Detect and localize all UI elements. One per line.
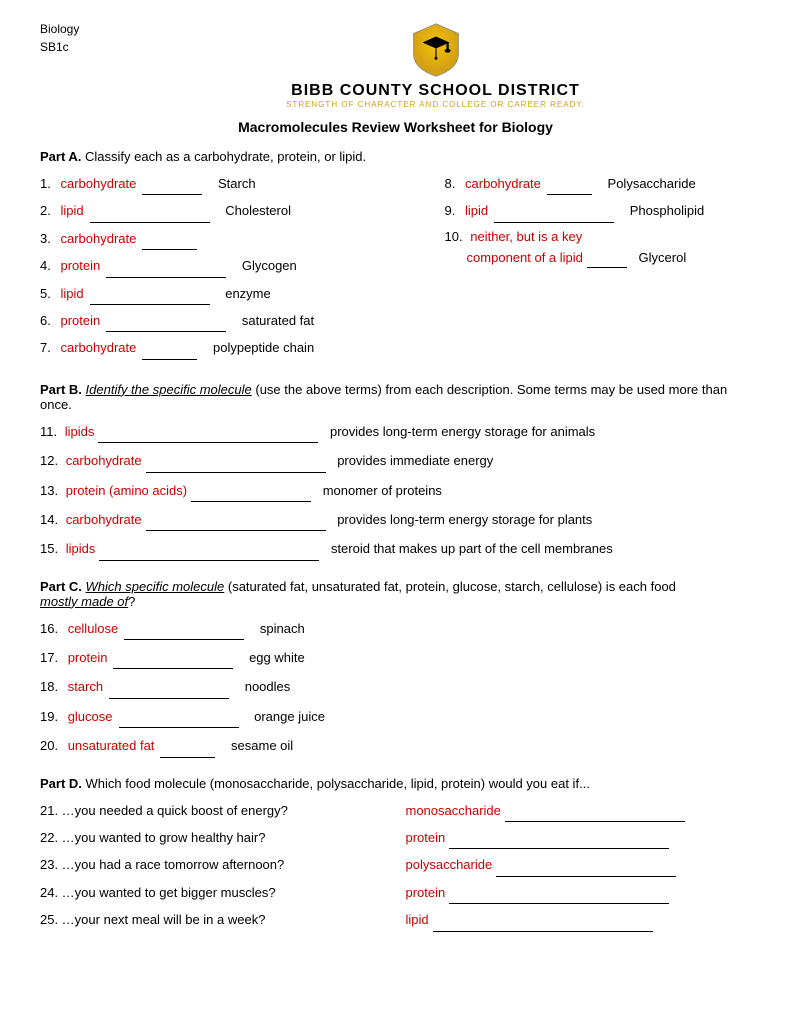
list-item: 21. …you needed a quick boost of energy?: [40, 799, 386, 822]
list-item: 14. carbohydrate provides long-term ener…: [40, 508, 751, 531]
part-d-answers: monosaccharide protein polysaccharide pr…: [406, 799, 752, 936]
page-title: Macromolecules Review Worksheet for Biol…: [40, 119, 751, 135]
list-item: protein: [406, 826, 752, 849]
part-a-left: 1. carbohydrate Starch 2. lipid Choleste…: [40, 172, 415, 364]
part-b-section: Part B. Identify the specific molecule (…: [40, 382, 751, 561]
part-c-section: Part C. Which specific molecule (saturat…: [40, 579, 751, 758]
district-name: BIBB COUNTY SCHOOL DISTRICT: [120, 82, 751, 100]
list-item: 10. neither, but is a key component of a…: [445, 227, 751, 269]
list-item: 3. carbohydrate: [40, 227, 415, 250]
list-item: 4. protein Glycogen: [40, 254, 415, 277]
part-d-grid: 21. …you needed a quick boost of energy?…: [40, 799, 751, 936]
shield-icon: [406, 20, 466, 80]
part-d-questions: 21. …you needed a quick boost of energy?…: [40, 799, 386, 936]
list-item: 12. carbohydrate provides immediate ener…: [40, 449, 751, 472]
district-subtitle: STRENGTH OF CHARACTER AND COLLEGE OR CAR…: [120, 100, 751, 109]
part-a-right: 8. carbohydrate Polysaccharide 9. lipid …: [445, 172, 751, 364]
list-item: 1. carbohydrate Starch: [40, 172, 415, 195]
part-d-section: Part D. Which food molecule (monosacchar…: [40, 776, 751, 936]
list-item: 2. lipid Cholesterol: [40, 199, 415, 222]
header: Biology SB1c BIBB COUNTY SCHOOL DISTRICT…: [40, 20, 751, 109]
list-item: 19. glucose orange juice: [40, 705, 751, 728]
list-item: protein: [406, 881, 752, 904]
list-item: lipid: [406, 908, 752, 931]
list-item: 13. protein (amino acids) monomer of pro…: [40, 479, 751, 502]
list-item: monosaccharide: [406, 799, 752, 822]
biology-text: Biology: [40, 20, 120, 38]
list-item: 5. lipid enzyme: [40, 282, 415, 305]
part-c-heading: Part C. Which specific molecule (saturat…: [40, 579, 751, 609]
list-item: polysaccharide: [406, 853, 752, 876]
part-a-section: Part A. Classify each as a carbohydrate,…: [40, 149, 751, 364]
sb1c-text: SB1c: [40, 38, 120, 56]
part-d-heading: Part D. Which food molecule (monosacchar…: [40, 776, 751, 791]
logo-area: BIBB COUNTY SCHOOL DISTRICT STRENGTH OF …: [120, 20, 751, 109]
list-item: 24. …you wanted to get bigger muscles?: [40, 881, 386, 904]
part-a-heading: Part A. Classify each as a carbohydrate,…: [40, 149, 751, 164]
list-item: 11. lipids provides long-term energy sto…: [40, 420, 751, 443]
list-item: 16. cellulose spinach: [40, 617, 751, 640]
bio-label: Biology SB1c: [40, 20, 120, 56]
list-item: 25. …your next meal will be in a week?: [40, 908, 386, 931]
part-a-content: 1. carbohydrate Starch 2. lipid Choleste…: [40, 172, 751, 364]
list-item: 7. carbohydrate polypeptide chain: [40, 336, 415, 359]
list-item: 17. protein egg white: [40, 646, 751, 669]
part-b-heading: Part B. Identify the specific molecule (…: [40, 382, 751, 412]
list-item: 15. lipids steroid that makes up part of…: [40, 537, 751, 560]
list-item: 18. starch noodles: [40, 675, 751, 698]
list-item: 22. …you wanted to grow healthy hair?: [40, 826, 386, 849]
list-item: 9. lipid Phospholipid: [445, 199, 751, 222]
list-item: 20. unsaturated fat sesame oil: [40, 734, 751, 757]
list-item: 6. protein saturated fat: [40, 309, 415, 332]
list-item: 8. carbohydrate Polysaccharide: [445, 172, 751, 195]
list-item: 23. …you had a race tomorrow afternoon?: [40, 853, 386, 876]
